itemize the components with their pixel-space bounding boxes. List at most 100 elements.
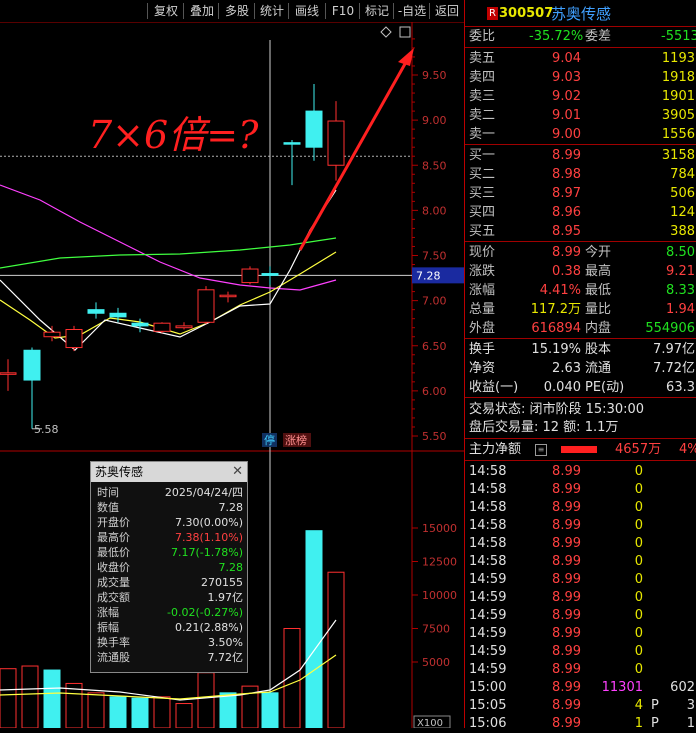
tick-time: 14:59 <box>469 590 507 605</box>
window-icon[interactable] <box>399 26 411 38</box>
popup-row: 最低价 7.17(-1.78%) <box>91 546 247 560</box>
toolbar-button-7[interactable]: -自选 <box>395 2 429 20</box>
bid-level: 买四 8.96 124 <box>465 203 696 222</box>
tick-volume: 0 <box>634 608 643 623</box>
tick-row: 15:05 8.99 4 P 3 <box>465 696 696 715</box>
kline-info-popup: 苏奥传感 ✕ 时间 2025/04/24/四 数值 7.28 开盘价 7.30(0.00%… <box>90 461 248 673</box>
stats-row: 收益(一) 0.040 PE(动) 63.3 <box>465 378 696 397</box>
popup-row: 振幅 0.21(2.88%) <box>91 621 247 635</box>
current-price-tag-text: 7.28 <box>416 269 441 282</box>
toolbar-button-4[interactable]: 画线 <box>290 2 324 20</box>
ask-price: 9.03 <box>552 70 581 85</box>
toolbar-button-6[interactable]: 标记 <box>361 2 393 20</box>
bid-label: 买四 <box>469 205 496 220</box>
quote-label: 涨幅 <box>469 283 496 298</box>
ask-volume: 1556 <box>661 127 695 142</box>
price-axis-label: 7.50 <box>422 250 447 263</box>
stats-label: 股本 <box>585 342 612 357</box>
chart-toolbar: 复权 叠加 多股 统计 画线 F10 标记 -自选 返回 <box>0 0 464 22</box>
toolbar-button-0[interactable]: 复权 <box>149 2 183 20</box>
volume-bar-up <box>0 668 17 728</box>
tick-row: 14:59 8.99 0 <box>465 570 696 589</box>
tick-price: 8.99 <box>552 680 581 695</box>
popup-row: 最高价 7.38(1.10%) <box>91 531 247 545</box>
weibi-row: 委比 -35.72% 委差 -5513 <box>465 27 696 46</box>
stock-header: R 300507 苏奥传感 <box>465 3 696 25</box>
tick-time: 14:58 <box>469 536 507 551</box>
quote-value: 8.33 <box>666 283 695 298</box>
tick-type: P <box>651 698 659 713</box>
toolbar-button-5[interactable]: F10 <box>327 2 359 20</box>
tick-price: 8.99 <box>552 626 581 641</box>
volume-axis-label: 10000 <box>422 589 457 602</box>
quote-label: 量比 <box>585 302 612 317</box>
popup-row-label: 流通股 <box>97 651 130 664</box>
tick-time: 14:58 <box>469 464 507 479</box>
ask-price: 9.02 <box>552 89 581 104</box>
main-net-bar <box>561 446 597 453</box>
list-icon[interactable]: ≡ <box>535 444 547 456</box>
bid-price: 8.98 <box>552 167 581 182</box>
volume-bar-down <box>109 696 127 728</box>
tick-time: 14:59 <box>469 644 507 659</box>
volume-bar-up <box>65 682 83 728</box>
ask-price: 9.04 <box>552 51 581 66</box>
quote-value: 0.38 <box>552 264 581 279</box>
popup-row-value: 2025/04/24/四 <box>164 486 243 499</box>
candle-up <box>153 322 171 332</box>
popup-row: 收盘价 7.28 <box>91 561 247 575</box>
tick-row: 14:59 8.99 0 <box>465 606 696 625</box>
tick-time: 14:58 <box>469 554 507 569</box>
toolbar-button-1[interactable]: 叠加 <box>185 2 219 20</box>
volume-bar-down <box>305 530 323 728</box>
popup-row-label: 最低价 <box>97 546 130 559</box>
tick-price: 8.99 <box>552 644 581 659</box>
quote-row: 总量 117.2万 量比 1.94 <box>465 300 696 319</box>
tick-price: 8.99 <box>552 464 581 479</box>
volume-axis-label: 12500 <box>422 556 457 569</box>
price-axis-label: 8.50 <box>422 159 447 172</box>
candle-down <box>87 309 105 314</box>
price-axis-label: 9.00 <box>422 114 447 127</box>
popup-row-value: 270155 <box>201 576 243 589</box>
bid-level: 买三 8.97 506 <box>465 184 696 203</box>
ask-label: 卖一 <box>469 127 496 142</box>
bid-level: 买二 8.98 784 <box>465 165 696 184</box>
tick-volume: 1 <box>634 716 643 731</box>
toolbar-button-3[interactable]: 统计 <box>256 2 288 20</box>
price-axis-label: 6.00 <box>422 385 447 398</box>
toolbar-separator <box>147 3 148 19</box>
popup-title: 苏奥传感 ✕ <box>91 462 247 482</box>
volume-bar-up <box>87 692 105 728</box>
tick-price: 8.99 <box>552 662 581 677</box>
popup-row-value: 7.72亿 <box>207 651 244 664</box>
weibi-label: 委比 <box>469 29 496 44</box>
candle-up <box>175 325 193 329</box>
diamond-icon[interactable] <box>380 26 392 38</box>
candle-up <box>0 372 17 375</box>
toolbar-button-2[interactable]: 多股 <box>220 2 254 20</box>
bid-price: 8.96 <box>552 205 581 220</box>
candle-down <box>283 142 301 145</box>
stats-label: 流通 <box>585 361 612 376</box>
bid-label: 买五 <box>469 224 496 239</box>
stats-row: 换手 15.19% 股本 7.97亿 <box>465 340 696 359</box>
ask-volume: 1901 <box>661 89 695 104</box>
tick-row: 14:58 8.99 0 <box>465 480 696 499</box>
bid-volume: 124 <box>670 205 695 220</box>
quote-row: 涨跌 0.38 最高 9.21 <box>465 262 696 281</box>
close-icon[interactable]: ✕ <box>232 462 243 482</box>
quote-label: 最高 <box>585 264 612 279</box>
ask-volume: 3905 <box>661 108 695 123</box>
main-net-value: 4657万 <box>615 442 662 457</box>
popup-row: 涨幅 -0.02(-0.27%) <box>91 606 247 620</box>
quote-value: 8.99 <box>552 245 581 260</box>
ask-label: 卖五 <box>469 51 496 66</box>
volume-axis-label: 7500 <box>422 623 450 636</box>
toolbar-button-8[interactable]: 返回 <box>431 2 463 20</box>
tick-count: 3 <box>686 698 695 713</box>
candle-up <box>197 289 215 323</box>
quote-label: 今开 <box>585 245 612 260</box>
popup-row-label: 时间 <box>97 486 119 499</box>
weibi-value: -35.72% <box>529 29 584 44</box>
